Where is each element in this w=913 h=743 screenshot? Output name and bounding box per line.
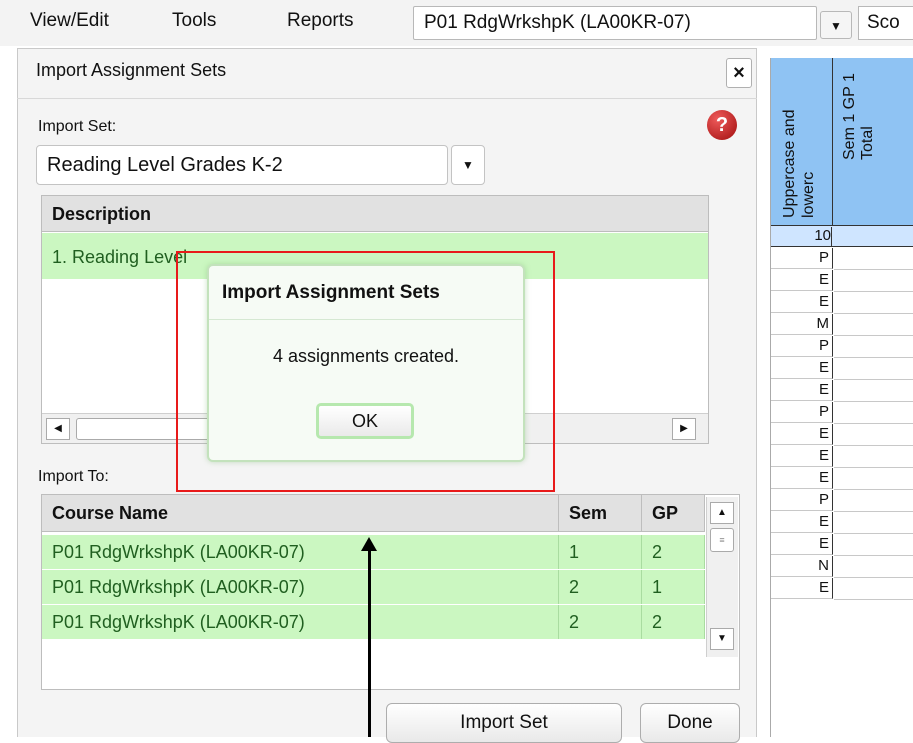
column-title-sem1-gp1: Sem 1 GP 1 [841, 73, 858, 160]
score-cell[interactable]: P [771, 336, 833, 357]
total-cell[interactable] [834, 534, 913, 556]
import-set-button[interactable]: Import Set [386, 703, 622, 743]
table-row[interactable]: P01 RdgWrkshpK (LA00KR-07) 2 1 [42, 570, 705, 604]
total-cell[interactable] [834, 336, 913, 358]
chevron-down-icon[interactable]: ▼ [820, 11, 852, 39]
total-cell[interactable] [834, 248, 913, 270]
chevron-down-icon[interactable]: ▼ [451, 145, 485, 185]
score-field[interactable]: Sco [858, 6, 913, 40]
highlight-frame [176, 251, 555, 492]
score-cell[interactable]: E [771, 534, 833, 555]
course-name-cell: P01 RdgWrkshpK (LA00KR-07) [42, 605, 559, 639]
score-cell[interactable]: N [771, 556, 833, 577]
total-cell[interactable] [834, 380, 913, 402]
total-cell[interactable] [834, 358, 913, 380]
total-cell[interactable] [834, 402, 913, 424]
column-title-line2: lowerc [800, 171, 817, 218]
score-cell[interactable]: E [771, 578, 833, 599]
score-cell[interactable]: E [771, 424, 833, 445]
total-cell[interactable] [834, 490, 913, 512]
course-grid-header: Course Name Sem GP [42, 495, 705, 532]
gp-cell: 2 [642, 605, 705, 639]
scroll-thumb[interactable]: ≡ [710, 528, 734, 552]
total-cell[interactable] [834, 446, 913, 468]
total-cell[interactable] [834, 424, 913, 446]
score-cell[interactable]: E [771, 446, 833, 467]
divider [17, 98, 757, 99]
total-cell[interactable] [834, 578, 913, 600]
arrow-head-icon [361, 537, 377, 551]
scroll-right-icon[interactable]: ▶ [672, 418, 696, 440]
sem-cell: 2 [559, 570, 642, 604]
score-cell[interactable]: E [771, 512, 833, 533]
menu-tools[interactable]: Tools [172, 10, 216, 32]
total-cell[interactable] [834, 512, 913, 534]
total-cell[interactable] [834, 314, 913, 336]
course-name-cell: P01 RdgWrkshpK (LA00KR-07) [42, 570, 559, 604]
total-cell[interactable] [834, 556, 913, 578]
score-cell[interactable]: M [771, 314, 833, 335]
annotation-arrow [368, 546, 371, 737]
score-cell[interactable]: E [771, 270, 833, 291]
sem-cell: 2 [559, 605, 642, 639]
sem-cell: 1 [559, 535, 642, 569]
total-cell[interactable] [834, 468, 913, 490]
total-cell[interactable] [834, 270, 913, 292]
course-selector[interactable]: P01 RdgWrkshpK (LA00KR-07) [413, 6, 817, 40]
column-title-line1: Uppercase and [781, 109, 798, 218]
points-row: 10 [771, 225, 913, 247]
import-set-label: Import Set: [38, 118, 117, 135]
scroll-up-icon[interactable]: ▲ [710, 502, 734, 524]
help-icon[interactable]: ? [707, 110, 737, 140]
course-name-cell: P01 RdgWrkshpK (LA00KR-07) [42, 535, 559, 569]
score-cell[interactable]: E [771, 468, 833, 489]
points-value: 10 [771, 227, 832, 247]
score-cell[interactable]: P [771, 248, 833, 269]
score-cell[interactable]: E [771, 358, 833, 379]
done-button[interactable]: Done [640, 703, 740, 743]
column-course-name[interactable]: Course Name [42, 495, 559, 532]
score-cell[interactable]: P [771, 490, 833, 511]
scroll-down-icon[interactable]: ▼ [710, 628, 734, 650]
menu-reports[interactable]: Reports [287, 10, 354, 32]
import-set-dropdown[interactable]: Reading Level Grades K-2 [36, 145, 448, 185]
close-button[interactable]: × [726, 58, 752, 88]
description-header[interactable]: Description [42, 196, 708, 232]
gradebook-column-uppercase[interactable]: Uppercase and lowerc [771, 58, 833, 225]
column-gp[interactable]: GP [642, 495, 705, 532]
total-cell[interactable] [834, 292, 913, 314]
score-cell[interactable]: E [771, 380, 833, 401]
gp-cell: 2 [642, 535, 705, 569]
dialog-title: Import Assignment Sets [36, 60, 227, 80]
table-row[interactable]: P01 RdgWrkshpK (LA00KR-07) 2 2 [42, 605, 705, 639]
column-sem[interactable]: Sem [559, 495, 642, 532]
column-title-total: Total [859, 126, 876, 160]
score-cell[interactable]: P [771, 402, 833, 423]
score-cell[interactable]: E [771, 292, 833, 313]
scroll-left-icon[interactable]: ◀ [46, 418, 70, 440]
menu-view-edit[interactable]: View/Edit [30, 10, 109, 32]
import-to-label: Import To: [38, 468, 109, 485]
gp-cell: 1 [642, 570, 705, 604]
gradebook-divider [757, 58, 771, 737]
